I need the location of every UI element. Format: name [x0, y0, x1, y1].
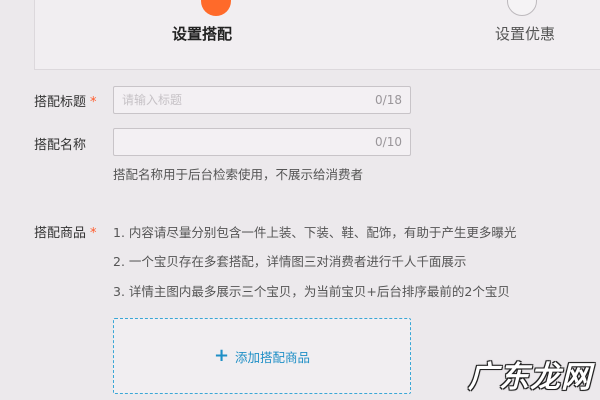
title-label-text: 搭配标题: [34, 95, 87, 110]
step-label-setup-collocation[interactable]: 设置搭配: [172, 23, 232, 44]
product-rule-2: 2. 一个宝贝存在多套搭配，详情图三对消费者进行千人千面展示: [113, 254, 467, 269]
title-input[interactable]: [122, 93, 362, 107]
title-field-label: 搭配标题 *: [34, 91, 97, 110]
product-rule-3: 3. 详情主图内最多展示三个宝贝，为当前宝贝+后台排序最前的2个宝贝: [113, 284, 510, 299]
watermark-logo: 广东龙网: [468, 360, 592, 395]
name-char-counter: 0/10: [375, 135, 402, 149]
title-char-counter: 0/18: [375, 93, 402, 107]
add-button-label: 添加搭配商品: [235, 349, 311, 365]
step-label-setup-discount[interactable]: 设置优惠: [495, 23, 555, 44]
product-rule-1: 1. 内容请尽量分别包含一件上装、下装、鞋、配饰，有助于产生更多曝光: [113, 225, 517, 240]
name-input-box[interactable]: 0/10: [113, 128, 411, 156]
products-field-label: 搭配商品 *: [34, 222, 97, 241]
title-input-box[interactable]: 0/18: [113, 86, 411, 114]
name-input[interactable]: [122, 135, 362, 149]
required-mark: *: [90, 95, 97, 110]
add-button-content: + 添加搭配商品: [214, 347, 310, 366]
collocation-setup-page: 设置搭配 设置优惠 搭配标题* 0/18 搭配名称 0/10 搭配名称用于后台检…: [0, 0, 600, 400]
step-inactive-dot-icon: [507, 0, 537, 16]
required-mark: *: [90, 226, 97, 241]
add-collocation-product-button[interactable]: + 添加搭配商品: [113, 318, 411, 394]
plus-icon: +: [213, 345, 230, 366]
name-field-label: 搭配名称: [34, 138, 87, 153]
step-indicator: 设置搭配 设置优惠: [34, 0, 600, 70]
products-label-text: 搭配商品: [34, 226, 87, 241]
step-active-dot-icon: [201, 0, 231, 16]
name-field-hint: 搭配名称用于后台检索使用，不展示给消费者: [113, 167, 364, 182]
